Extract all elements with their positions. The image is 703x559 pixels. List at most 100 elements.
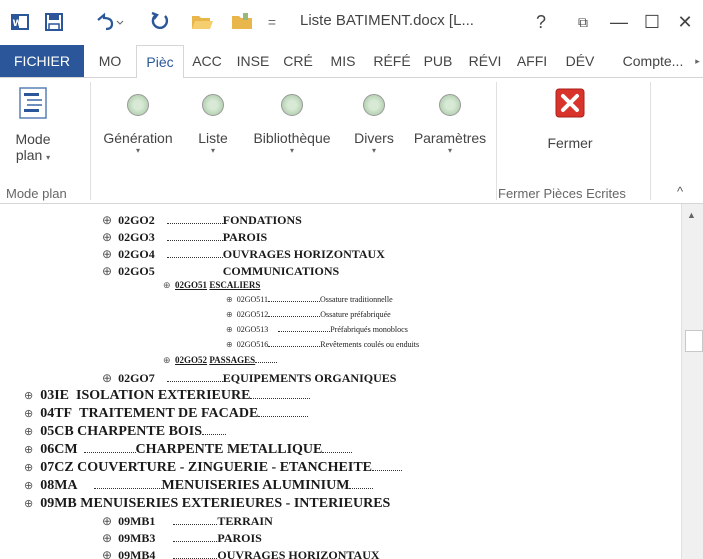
tab-dev[interactable]: DÉV <box>556 45 604 77</box>
collapse-ribbon-icon[interactable]: ^ <box>677 184 683 199</box>
outline-row[interactable]: ⊕ 09MB3 PAROIS <box>102 531 262 546</box>
customize-qat-button[interactable]: = <box>262 8 282 36</box>
ribbon: Mode plan ▾ Mode plan Génération ▾ Liste… <box>0 78 703 204</box>
tab-refe[interactable]: RÉFÉ <box>368 45 416 77</box>
expand-icon[interactable]: ⊕ <box>163 280 171 290</box>
outline-row[interactable]: ⊕ 09MB MENUISERIES EXTERIEURES - INTERIE… <box>24 496 390 512</box>
expand-icon[interactable]: ⊕ <box>102 264 112 278</box>
liste-icon <box>202 94 224 116</box>
generation-button[interactable]: Génération ▾ <box>94 94 182 155</box>
mode-plan-label-line2: plan ▾ <box>15 147 51 163</box>
expand-icon[interactable]: ⊕ <box>24 426 33 438</box>
outline-row[interactable]: ⊕ 09MB4 OUVRAGES HORIZONTAUX <box>102 548 380 559</box>
outline-row[interactable]: ⊕ 02GO513 Préfabriqués monoblocs <box>226 325 408 334</box>
save-icon[interactable] <box>40 8 68 36</box>
ribbon-tabs: FICHIER MO Pièc ACC INSE CRÉ MIS RÉFÉ PU… <box>0 45 703 79</box>
outline-row[interactable]: ⊕ 02GO3 PAROIS <box>102 230 267 245</box>
expand-icon[interactable]: ⊕ <box>226 310 233 319</box>
minimize-button[interactable]: — <box>604 8 634 36</box>
liste-button[interactable]: Liste ▾ <box>188 94 238 155</box>
outline-row[interactable]: ⊕ 02GO512 Ossature préfabriquée <box>226 310 391 319</box>
mode-plan-label-line1: Mode <box>15 131 51 147</box>
redo-icon[interactable] <box>145 8 173 36</box>
tab-acc[interactable]: ACC <box>186 45 228 77</box>
expand-icon[interactable]: ⊕ <box>24 462 33 474</box>
outline-row[interactable]: ⊕ 02GO7 EQUIPEMENTS ORGANIQUES <box>102 371 396 386</box>
svg-text:W: W <box>13 19 23 29</box>
outline-row[interactable]: ⊕ 07CZ COUVERTURE - ZINGUERIE - ETANCHEI… <box>24 460 403 476</box>
group-label-mode-plan: Mode plan <box>6 186 67 201</box>
close-window-button[interactable]: ✕ <box>670 8 700 36</box>
group-separator <box>90 82 91 200</box>
group-label-fermer: Fermer Pièces Ecrites <box>498 186 626 201</box>
tab-inse[interactable]: INSE <box>230 45 276 77</box>
outline-view-icon <box>8 86 58 123</box>
folder-open-icon[interactable] <box>188 8 216 36</box>
expand-icon[interactable]: ⊕ <box>102 514 112 528</box>
window-title: Liste BATIMENT.docx [L... <box>300 12 474 29</box>
expand-icon[interactable]: ⊕ <box>226 325 233 334</box>
title-bar: W = Liste BATIMENT.docx [L... ? ⧉ — ☐ ✕ <box>0 0 703 45</box>
tab-affi[interactable]: AFFI <box>510 45 554 77</box>
tab-mis[interactable]: MIS <box>322 45 364 77</box>
word-icon[interactable]: W <box>8 8 32 36</box>
expand-icon[interactable]: ⊕ <box>24 408 33 420</box>
parametres-button[interactable]: Paramètres ▾ <box>406 94 494 155</box>
outline-row[interactable]: ⊕ 02GO52 PASSAGES <box>163 355 278 366</box>
divers-icon <box>363 94 385 116</box>
fermer-label: Fermer <box>547 135 593 151</box>
bibliotheque-label: Bibliothèque <box>253 130 331 146</box>
expand-icon[interactable]: ⊕ <box>226 295 233 304</box>
divers-button[interactable]: Divers ▾ <box>346 94 402 155</box>
expand-icon[interactable]: ⊕ <box>163 355 171 365</box>
parametres-label: Paramètres <box>413 130 487 146</box>
outline-row[interactable]: ⊕ 06CM CHARPENTE METALLIQUE <box>24 442 353 458</box>
outline-row[interactable]: ⊕ 05CB CHARPENTE BOIS <box>24 424 227 440</box>
outline-row[interactable]: ⊕ 03IE ISOLATION EXTERIEURE <box>24 388 311 404</box>
scroll-up-icon[interactable]: ▲ <box>687 210 696 220</box>
bibliotheque-button[interactable]: Bibliothèque ▾ <box>242 94 342 155</box>
close-red-icon <box>530 88 610 121</box>
document-area[interactable]: ⊕ 02GO2 FONDATIONS ⊕ 02GO3 PAROIS ⊕ 02GO4 O… <box>0 204 681 559</box>
expand-icon[interactable]: ⊕ <box>102 371 112 385</box>
vertical-scrollbar[interactable]: ▲ <box>681 204 703 559</box>
expand-icon[interactable]: ⊕ <box>24 390 33 402</box>
group-separator <box>650 82 651 200</box>
expand-icon[interactable]: ⊕ <box>102 213 112 227</box>
outline-row[interactable]: ⊕ 02GO2 FONDATIONS <box>102 213 302 228</box>
expand-icon[interactable]: ⊕ <box>102 531 112 545</box>
generation-icon <box>127 94 149 116</box>
group-separator <box>496 82 497 200</box>
outline-row[interactable]: ⊕ 02GO4 OUVRAGES HORIZONTAUX <box>102 247 385 262</box>
expand-icon[interactable]: ⊕ <box>24 444 33 456</box>
expand-icon[interactable]: ⊕ <box>24 498 33 510</box>
outline-row[interactable]: ⊕ 04TF TRAITEMENT DE FACADE <box>24 406 309 422</box>
outline-row[interactable]: ⊕ 02GO51 ESCALIERS <box>163 280 260 291</box>
mode-plan-button[interactable]: Mode plan ▾ <box>8 86 58 163</box>
undo-icon[interactable] <box>92 8 126 36</box>
outline-row[interactable]: ⊕ 02GO511 Ossature traditionnelle <box>226 295 393 304</box>
tab-pieces[interactable]: Pièc <box>136 45 184 79</box>
tab-mo[interactable]: MO <box>88 45 132 77</box>
outline-row[interactable]: ⊕ 02GO516 Revêtements coulés ou enduits <box>226 340 419 349</box>
tab-scroll-right-icon[interactable]: ▸ <box>692 45 703 77</box>
tab-fichier[interactable]: FICHIER <box>0 45 84 77</box>
expand-icon[interactable]: ⊕ <box>24 480 33 492</box>
folder-icon[interactable] <box>228 8 256 36</box>
ribbon-display-options-button[interactable]: ⧉ <box>568 8 598 36</box>
outline-row[interactable]: ⊕ 08MA MENUISERIES ALUMINIUM <box>24 478 374 494</box>
fermer-button[interactable]: Fermer <box>530 88 610 151</box>
expand-icon[interactable]: ⊕ <box>226 340 233 349</box>
tab-compte[interactable]: Compte... <box>614 45 692 77</box>
scroll-thumb[interactable] <box>685 330 703 352</box>
expand-icon[interactable]: ⊕ <box>102 247 112 261</box>
expand-icon[interactable]: ⊕ <box>102 548 112 559</box>
outline-row[interactable]: ⊕ 02GO5 COMMUNICATIONS <box>102 264 339 279</box>
help-button[interactable]: ? <box>526 8 556 36</box>
maximize-button[interactable]: ☐ <box>637 8 667 36</box>
tab-cre[interactable]: CRÉ <box>278 45 318 77</box>
tab-pub[interactable]: PUB <box>418 45 458 77</box>
outline-row[interactable]: ⊕ 09MB1 TERRAIN <box>102 514 273 529</box>
tab-revi[interactable]: RÉVI <box>462 45 508 77</box>
expand-icon[interactable]: ⊕ <box>102 230 112 244</box>
